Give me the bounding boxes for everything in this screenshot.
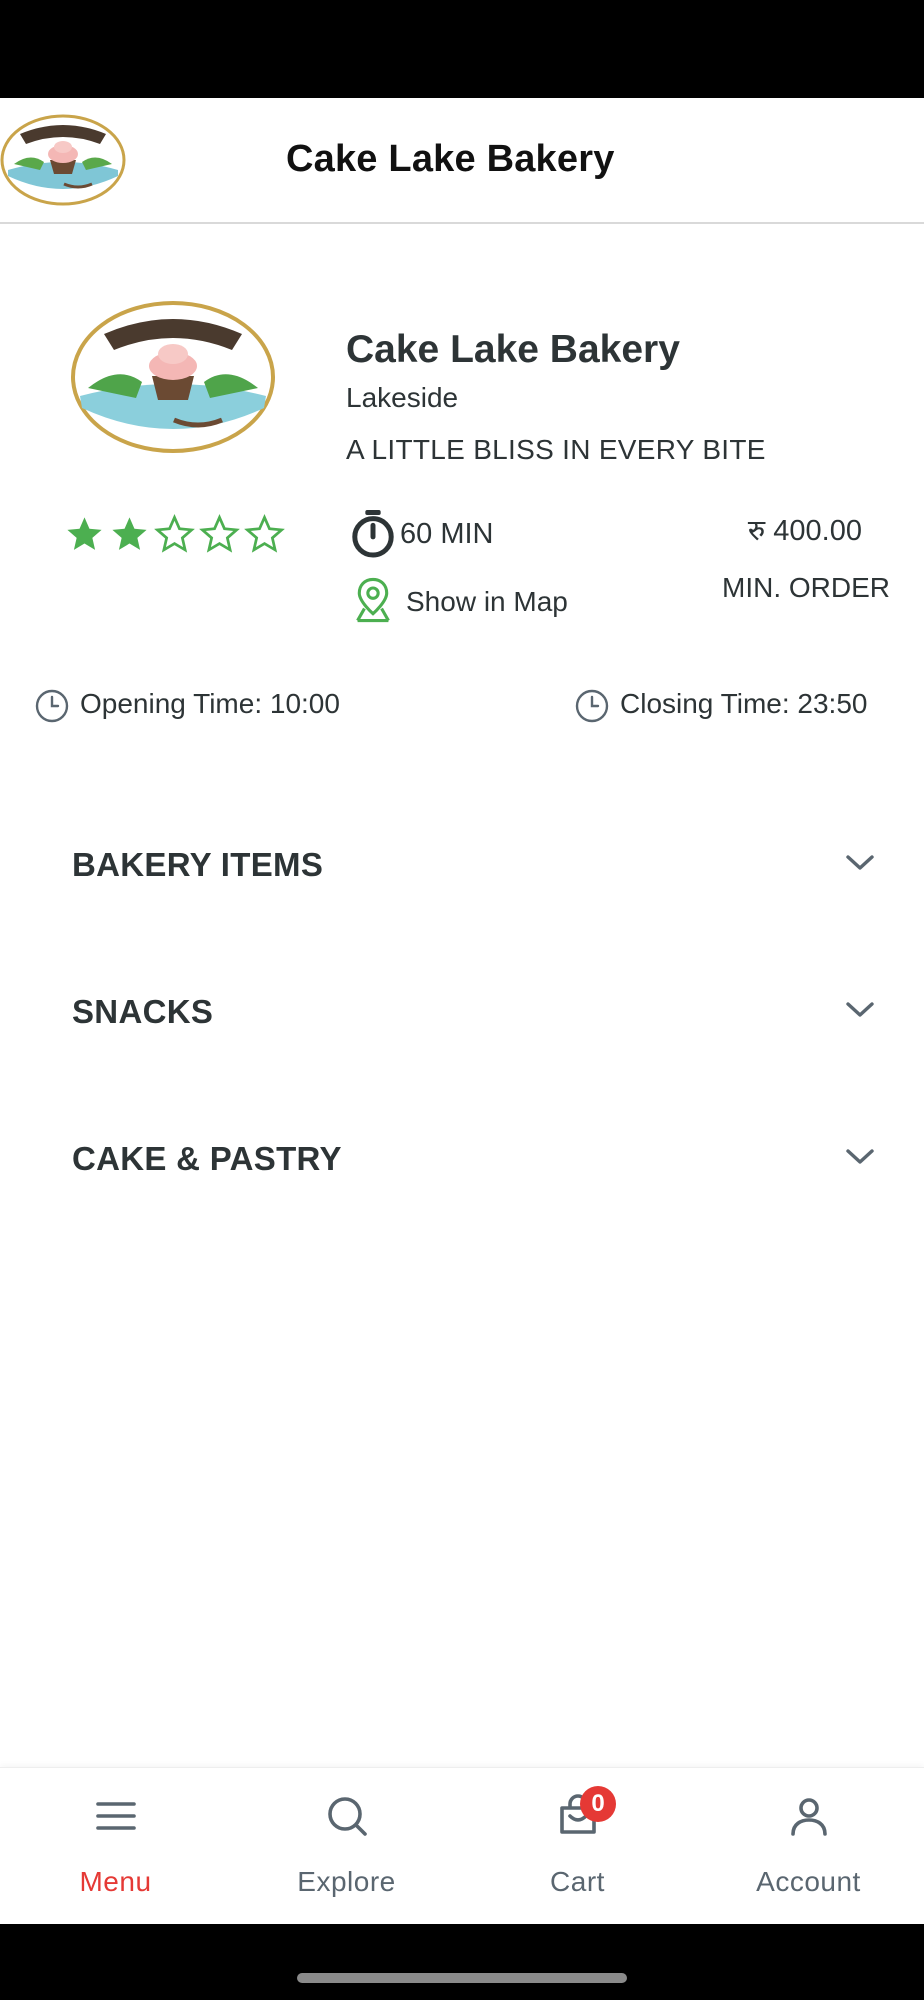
page-title: Cake Lake Bakery	[286, 138, 615, 180]
category-snacks[interactable]: SNACKS	[0, 951, 924, 1071]
nav-label: Menu	[79, 1866, 152, 1897]
chevron-down-icon	[846, 855, 874, 870]
category-cake-and-pastry[interactable]: CAKE & PASTRY	[0, 1098, 924, 1218]
category-label: CAKE & PASTRY	[72, 1140, 342, 1177]
min-order-label: MIN. ORDER	[722, 572, 890, 603]
app-header: Cake Lake Bakery	[0, 98, 924, 224]
nav-explore[interactable]: Explore	[231, 1768, 462, 1925]
store-tagline: A LITTLE BLISS IN EVERY BITE	[346, 434, 766, 465]
category-label: SNACKS	[72, 993, 214, 1030]
rating-stars	[64, 514, 285, 558]
star-filled-icon	[67, 517, 102, 550]
chevron-down-icon	[846, 1002, 874, 1017]
nav-label: Account	[756, 1866, 861, 1897]
search-icon	[327, 1797, 367, 1836]
bottom-navigation: Menu Explore Cart 0 Account	[0, 1767, 924, 1924]
clock-icon	[35, 689, 69, 723]
star-empty-icon	[154, 514, 195, 553]
nav-account[interactable]: Account	[693, 1768, 924, 1925]
home-indicator[interactable]	[297, 1973, 627, 1983]
bakery-logo	[0, 114, 126, 206]
system-navigation-bar	[0, 1924, 924, 2000]
category-bakery-items[interactable]: BAKERY ITEMS	[0, 804, 924, 924]
show-in-map-link[interactable]: Show in Map	[406, 586, 568, 618]
timer-icon	[352, 510, 394, 558]
nav-label: Cart	[550, 1866, 605, 1897]
star-filled-icon	[112, 517, 147, 550]
user-icon	[790, 1798, 827, 1836]
map-pin-icon[interactable]	[352, 576, 394, 624]
chevron-down-icon	[846, 1149, 874, 1164]
store-name: Cake Lake Bakery	[346, 328, 680, 371]
star-empty-icon	[244, 514, 285, 553]
nav-label: Explore	[297, 1866, 396, 1897]
opening-time: Opening Time: 10:00	[80, 688, 340, 719]
closing-time: Closing Time: 23:50	[620, 688, 868, 719]
nav-menu[interactable]: Menu	[0, 1768, 231, 1925]
min-order-price: रु 400.00	[747, 515, 862, 547]
cart-count-badge: 0	[580, 1786, 616, 1822]
nav-cart[interactable]: Cart	[462, 1768, 693, 1925]
delivery-time: 60 MIN	[400, 518, 494, 550]
store-logo	[71, 301, 275, 453]
category-label: BAKERY ITEMS	[72, 846, 324, 883]
menu-icon	[95, 1802, 136, 1830]
store-location: Lakeside	[346, 382, 459, 413]
status-bar	[0, 0, 924, 98]
clock-icon	[575, 689, 609, 723]
star-empty-icon	[199, 514, 240, 553]
